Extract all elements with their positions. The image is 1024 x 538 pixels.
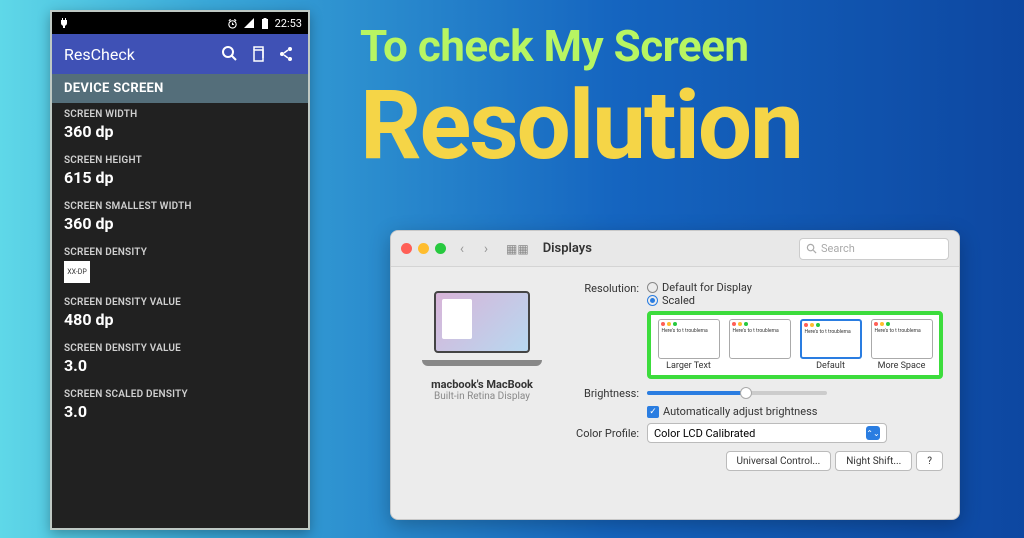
window-title: Displays [543, 241, 592, 256]
minimize-icon[interactable] [418, 243, 429, 254]
alarm-icon [227, 17, 239, 29]
check-icon: ✓ [647, 406, 659, 418]
forward-button[interactable]: › [478, 241, 494, 257]
device-preview: macbook's MacBook Built-in Retina Displa… [407, 281, 557, 509]
share-icon[interactable] [276, 44, 296, 64]
status-time: 22:53 [275, 17, 302, 30]
maximize-icon[interactable] [435, 243, 446, 254]
search-input[interactable]: Search [799, 238, 949, 260]
section-header: DEVICE SCREEN [52, 74, 308, 103]
universal-control-button[interactable]: Universal Control... [726, 451, 832, 471]
night-shift-button[interactable]: Night Shift... [835, 451, 912, 471]
traffic-lights [401, 243, 446, 254]
metric-row: SCREEN SMALLEST WIDTH360 dp [52, 195, 308, 241]
radio-default-display[interactable]: Default for Display [647, 281, 943, 294]
headline: To check My Screen Resolution [360, 20, 802, 174]
settings-pane: Resolution: Default for Display Scaled H… [567, 281, 943, 509]
color-profile-select[interactable]: Color LCD Calibrated ⌃⌄ [647, 423, 887, 443]
android-status-bar: 22:53 [52, 12, 308, 34]
device-subtitle: Built-in Retina Display [434, 391, 530, 402]
search-placeholder: Search [821, 242, 855, 255]
app-title: ResCheck [64, 45, 212, 64]
metric-row: SCREEN DENSITYXX-DP [52, 241, 308, 291]
scale-options-strip: Here's to t troublemaLarger Text Here's … [647, 311, 943, 379]
metrics-list: SCREEN WIDTH360 dp SCREEN HEIGHT615 dp S… [52, 103, 308, 528]
mac-displays-window: ‹ › ▦▦ Displays Search macbook's MacBook… [390, 230, 960, 520]
scale-option-larger-text[interactable]: Here's to t troublemaLarger Text [655, 319, 722, 371]
brightness-slider[interactable] [647, 391, 827, 395]
headline-line2: Resolution [360, 78, 802, 174]
back-button[interactable]: ‹ [454, 241, 470, 257]
brightness-label: Brightness: [567, 386, 639, 400]
search-icon [806, 243, 817, 254]
grid-icon[interactable]: ▦▦ [506, 242, 529, 256]
headline-line1: To check My Screen [360, 20, 802, 72]
device-name: macbook's MacBook [431, 378, 533, 391]
help-button[interactable]: ? [916, 451, 943, 471]
close-icon[interactable] [401, 243, 412, 254]
resolution-label: Resolution: [567, 281, 639, 295]
auto-brightness-checkbox[interactable]: ✓ Automatically adjust brightness [647, 405, 943, 418]
search-icon[interactable] [220, 44, 240, 64]
scale-option-more-space[interactable]: Here's to t troublemaMore Space [868, 319, 935, 371]
battery-icon [259, 17, 271, 29]
signal-icon [243, 17, 255, 29]
color-profile-label: Color Profile: [567, 426, 639, 440]
android-app-bar: ResCheck [52, 34, 308, 74]
metric-row: SCREEN SCALED DENSITY3.0 [52, 383, 308, 429]
mac-body: macbook's MacBook Built-in Retina Displa… [391, 267, 959, 519]
plug-icon [58, 17, 70, 29]
mac-titlebar: ‹ › ▦▦ Displays Search [391, 231, 959, 267]
metric-row: SCREEN DENSITY VALUE480 dp [52, 291, 308, 337]
macbook-icon [422, 291, 542, 366]
scale-option-2[interactable]: Here's to t troublema [726, 319, 793, 371]
density-box: XX-DP [64, 261, 90, 283]
metric-row: SCREEN DENSITY VALUE3.0 [52, 337, 308, 383]
scale-option-default[interactable]: Here's to t troublemaDefault [797, 319, 864, 371]
metric-row: SCREEN HEIGHT615 dp [52, 149, 308, 195]
radio-scaled[interactable]: Scaled [647, 294, 943, 307]
chevron-updown-icon: ⌃⌄ [866, 426, 880, 440]
android-rescheck-panel: 22:53 ResCheck DEVICE SCREEN SCREEN WIDT… [50, 10, 310, 530]
metric-row: SCREEN WIDTH360 dp [52, 103, 308, 149]
copy-icon[interactable] [248, 44, 268, 64]
